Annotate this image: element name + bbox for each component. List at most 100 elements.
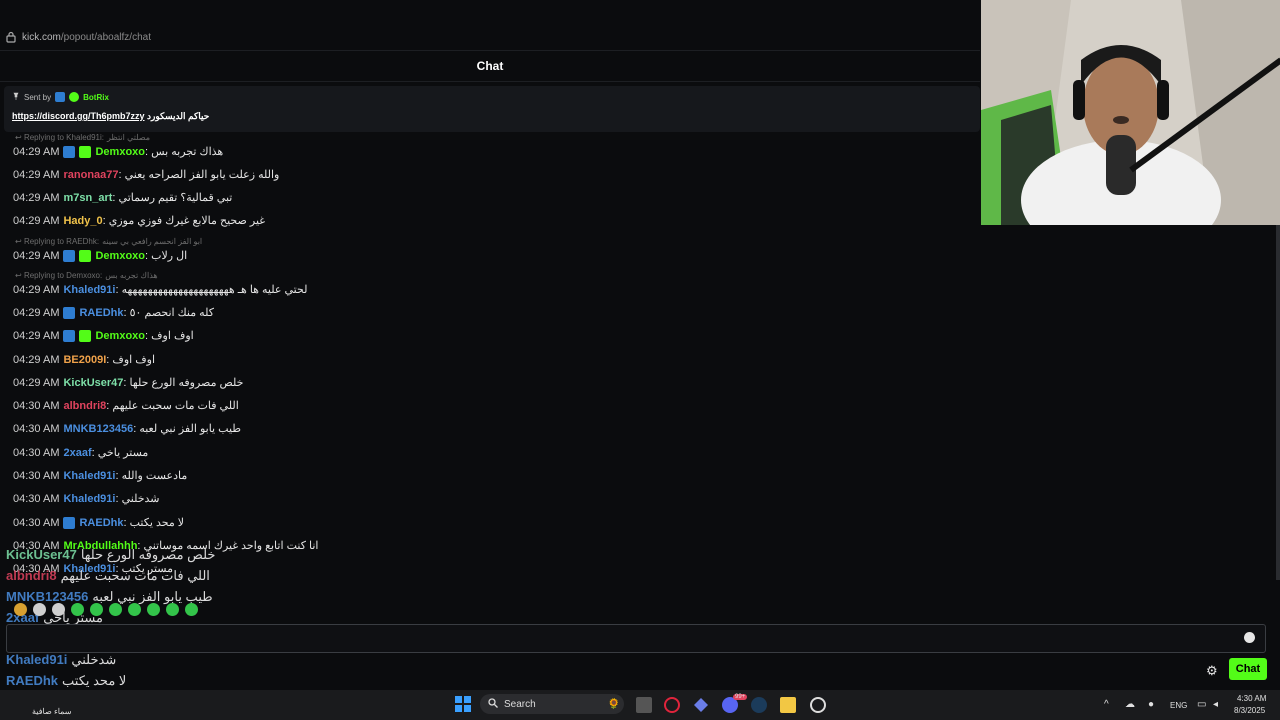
language-indicator[interactable]: ENG (1170, 701, 1187, 710)
overlay-username: MNKB123456 (6, 589, 89, 604)
chat-message[interactable]: 04:29 AM Khaled91i: لحتي عليه ها هـ ههههه… (13, 283, 307, 296)
emote-icon[interactable] (33, 603, 46, 616)
taskbar-search[interactable]: Search 🌻 (480, 694, 624, 714)
microphone-icon[interactable]: ● (1148, 699, 1154, 710)
reply-indicator[interactable]: ↩ Replying to RAEDhk: ابو الفز انحسم رافع… (15, 237, 202, 246)
clock-time[interactable]: 4:30 AM (1237, 694, 1266, 703)
message-text: لا محد يكتب (129, 517, 185, 529)
overlay-message: RAEDhk لا محد يكتب (6, 673, 126, 689)
message-username[interactable]: RAEDhk (79, 307, 123, 319)
weather-label[interactable]: سماء صافية (32, 707, 72, 716)
chat-message[interactable]: 04:29 AM Demxoxo: هذاك تجربه بس (13, 145, 223, 159)
chat-message[interactable]: 04:30 AM albndri8: اللي فات مات سحبت عليه… (13, 399, 239, 412)
emote-icon[interactable] (52, 603, 65, 616)
message-username[interactable]: albndri8 (63, 400, 106, 412)
message-text: اوف اوف (112, 354, 156, 366)
sunflower-icon: 🌻 (607, 698, 620, 710)
pinned-bot-name[interactable]: BotRix (83, 93, 109, 102)
message-username[interactable]: 2xaaf (63, 447, 91, 459)
chat-message[interactable]: 04:29 AM m7sn_art: تبي قمالية؟ تقيم رسمات… (13, 191, 232, 204)
message-text: ال رلاب (151, 250, 188, 262)
message-timestamp: 04:29 AM (13, 307, 60, 319)
chat-messages-list[interactable]: ↩ Replying to Khaled91i: مصلتي انتظر ↩ Rep… (13, 130, 973, 590)
chat-message[interactable]: 04:29 AM Demxoxo: ال رلاب (13, 249, 188, 263)
chevron-up-icon[interactable]: ^ (1104, 699, 1109, 710)
emote-icon[interactable] (185, 603, 198, 616)
emote-icon[interactable] (109, 603, 122, 616)
display-icon[interactable]: ▭ (1197, 699, 1206, 710)
webcam-video (981, 0, 1280, 225)
gear-icon[interactable]: ⚙ (1206, 663, 1218, 679)
discord-link[interactable]: https://discord.gg/Th6pmb7zzy (12, 111, 145, 121)
message-username[interactable]: MNKB123456 (63, 423, 133, 435)
sent-by-label: Sent by (24, 92, 52, 102)
task-view-icon[interactable] (636, 697, 652, 713)
message-username[interactable]: Demxoxo (95, 330, 145, 342)
chat-message[interactable]: 04:29 AM RAEDhk: كله منك انحصم ٥٠ (13, 306, 214, 320)
send-chat-button[interactable]: Chat (1229, 658, 1267, 680)
message-username[interactable]: Khaled91i (63, 470, 115, 482)
gift-badge-icon (79, 330, 92, 343)
search-label: Search (504, 698, 536, 710)
overlay-text: لا محد يكتب (62, 673, 127, 688)
emote-icon[interactable] (128, 603, 141, 616)
verified-badge-icon (63, 330, 76, 343)
message-username[interactable]: Demxoxo (95, 250, 145, 262)
chat-message[interactable]: 04:29 AM KickUser47: خلص مصروفه الورع حله… (13, 376, 243, 389)
folder-icon[interactable] (780, 697, 796, 713)
message-timestamp: 04:30 AM (13, 563, 60, 575)
message-text: خلص مصروفه الورع حلها (129, 377, 244, 389)
chat-message[interactable]: 04:30 AM 2xaaf: مستر ياخي (13, 446, 148, 459)
chat-scrollbar[interactable] (1276, 225, 1280, 580)
steam-icon[interactable] (751, 697, 767, 713)
emote-icon[interactable] (166, 603, 179, 616)
message-text: اوف اوف (151, 330, 194, 342)
emote-icon[interactable] (71, 603, 84, 616)
chat-message[interactable]: 04:30 AM Khaled91i: مادعست والله (13, 469, 187, 482)
reply-snippet: هذاك تجربه بس (105, 271, 158, 280)
chat-message[interactable]: 04:30 AM MrAbdullahhh: انا كنت اتابع واحد… (13, 539, 318, 552)
message-username[interactable]: Hady_0 (63, 215, 102, 227)
app-circle-icon[interactable] (810, 697, 826, 713)
chat-message[interactable]: 04:30 AM Khaled91i: شدخلني (13, 492, 160, 505)
verified-badge-icon (63, 146, 76, 159)
chat-message[interactable]: 04:30 AM RAEDhk: لا محد يكتب (13, 516, 185, 530)
address-bar[interactable]: kick.com/popout/aboalfz/chat (0, 25, 980, 49)
chat-message[interactable]: 04:29 AM Hady_0: غير صحيح مالابع غيرك فوز… (13, 214, 265, 227)
message-username[interactable]: ranonaa77 (63, 169, 118, 181)
chat-message[interactable]: 04:30 AM Khaled91i: مستر يكتب (13, 562, 173, 575)
emote-icon[interactable] (14, 603, 27, 616)
message-username[interactable]: Khaled91i (63, 563, 115, 575)
message-timestamp: 04:29 AM (13, 215, 60, 227)
chat-input[interactable] (17, 630, 1221, 648)
chat-message[interactable]: 04:30 AM MNKB123456: طيب يابو الفز نبي لع… (13, 422, 241, 435)
message-username[interactable]: RAEDhk (79, 517, 123, 529)
message-username[interactable]: MrAbdullahhh (63, 540, 137, 552)
clock-date[interactable]: 8/3/2025 (1234, 706, 1265, 715)
chat-message[interactable]: 04:29 AM Demxoxo: اوف اوف (13, 329, 194, 343)
message-username[interactable]: m7sn_art (63, 192, 112, 204)
message-username[interactable]: BE2009I (63, 354, 106, 366)
bot-badge-icon (69, 92, 80, 102)
message-username[interactable]: KickUser47 (63, 377, 123, 389)
reply-indicator[interactable]: ↩ Replying to Khaled91i: مصلتي انتظر (15, 133, 150, 142)
chat-message[interactable]: 04:29 AM BE2009I: اوف اوف (13, 353, 155, 366)
smile-icon[interactable] (1244, 632, 1255, 643)
message-username[interactable]: Khaled91i (63, 493, 115, 505)
app-diamond-icon[interactable] (693, 697, 709, 713)
chat-input-box[interactable] (6, 624, 1266, 653)
message-timestamp: 04:29 AM (13, 192, 60, 204)
emote-icon[interactable] (90, 603, 103, 616)
emote-icon[interactable] (147, 603, 160, 616)
chat-message[interactable]: 04:29 AM ranonaa77: والله زعلت يابو الفز … (13, 168, 279, 181)
reply-indicator[interactable]: ↩ Replying to Demxoxo: هذاك تجربه بس (15, 271, 158, 280)
pinned-message-text: حياكم الديسكورد https://discord.gg/Th6pm… (12, 111, 209, 122)
windows-start-icon[interactable] (455, 696, 471, 712)
volume-icon[interactable]: ◂ (1213, 699, 1218, 710)
message-timestamp: 04:30 AM (13, 517, 60, 529)
network-tray-icon[interactable]: ☁ (1125, 699, 1135, 710)
opera-icon[interactable] (664, 697, 680, 713)
message-username[interactable]: Khaled91i (63, 284, 115, 296)
message-username[interactable]: Demxoxo (95, 146, 145, 158)
emote-row[interactable] (14, 603, 198, 616)
